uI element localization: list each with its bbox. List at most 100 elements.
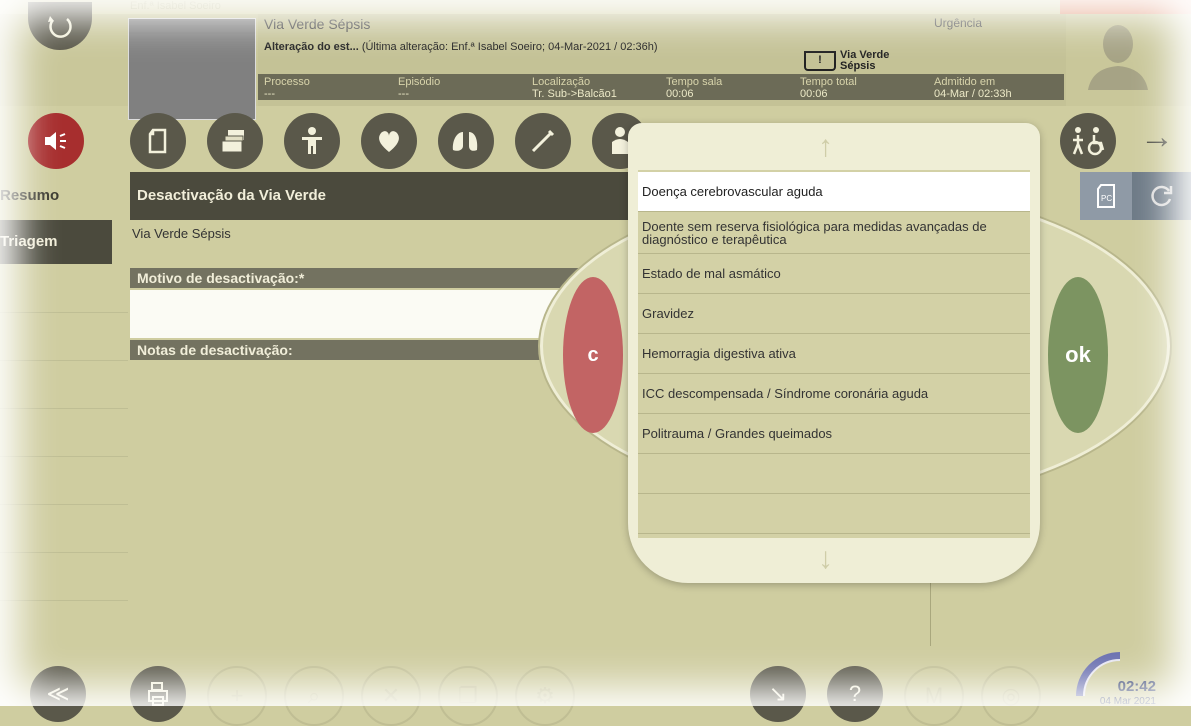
info-label: Episódio — [398, 76, 441, 88]
double-arrow-left-icon: ≪ — [46, 681, 70, 706]
pc-document-icon: PC — [1097, 184, 1115, 208]
ok-button[interactable]: ok — [1048, 277, 1108, 433]
badge-line-2: Sépsis — [840, 60, 876, 72]
syringe-icon — [531, 129, 555, 153]
m-icon: M — [924, 683, 944, 708]
scroll-up-arrow-icon[interactable]: ↑ — [818, 130, 833, 164]
wheelchair-icon — [1072, 127, 1105, 156]
sidebar-item-resumo[interactable]: Resumo — [0, 174, 112, 218]
urgency-label: Urgência — [934, 16, 983, 30]
close-icon: ✕ — [381, 683, 401, 708]
alert-speaker-button[interactable] — [28, 113, 84, 169]
sidebar-divider — [0, 600, 128, 601]
info-tempo-total: Tempo total 00:06 — [800, 76, 857, 100]
cards-button[interactable] — [207, 113, 263, 169]
magnifier-icon: ⌕ — [307, 683, 321, 708]
zoom-button[interactable]: ⌕ — [284, 666, 344, 726]
syringe-button[interactable] — [515, 113, 571, 169]
list-item[interactable]: Politrauma / Grandes queimados — [638, 414, 1030, 454]
clock-widget: 02:42 04 Mar 2021 — [1074, 644, 1174, 707]
info-label: Localização — [532, 76, 591, 88]
info-localizacao: Localização Tr. Sub->Balcão1 — [532, 76, 617, 100]
redo-icon — [1150, 185, 1172, 207]
pc-document-button[interactable]: PC — [1080, 172, 1132, 220]
list-item[interactable]: ICC descompensada / Síndrome coronária a… — [638, 374, 1030, 414]
document-button[interactable] — [130, 113, 186, 169]
clock-date: 04 Mar 2021 — [1099, 696, 1156, 707]
list-item[interactable]: Doença cerebrovascular aguda — [638, 172, 1030, 212]
info-episodio: Episódio --- — [398, 76, 440, 100]
info-value: Tr. Sub->Balcão1 — [532, 88, 617, 100]
sidebar-divider — [0, 552, 128, 553]
help-icon: ? — [848, 681, 862, 706]
clock-time: 02:42 — [1117, 678, 1156, 695]
info-value: 00:06 — [800, 88, 828, 100]
list-item-empty — [638, 454, 1030, 494]
lungs-button[interactable] — [438, 113, 494, 169]
sidebar-divider — [0, 504, 128, 505]
copy-button[interactable]: ❐ — [438, 666, 498, 726]
redo-button[interactable] — [1132, 172, 1191, 220]
info-label: Admitido em — [934, 76, 996, 88]
info-processo: Processo --- — [264, 76, 310, 100]
download-button[interactable]: ↘ — [750, 666, 806, 722]
badge-text: Via Verde Sépsis — [840, 50, 889, 72]
cancel-button[interactable]: c — [563, 277, 623, 433]
info-tempo-sala: Tempo sala 00:06 — [666, 76, 722, 100]
person-icon — [302, 127, 322, 154]
info-label: Tempo sala — [666, 76, 723, 88]
urgency-color-box — [1060, 0, 1191, 14]
refresh-icon — [48, 16, 72, 38]
info-value: --- — [264, 88, 275, 100]
list-item[interactable]: Hemorragia digestiva ativa — [638, 334, 1030, 374]
info-label: Tempo total — [800, 76, 857, 88]
list-item-empty — [638, 494, 1030, 534]
via-verde-badge: ! Via Verde Sépsis — [804, 50, 889, 72]
info-value: 04-Mar / 02:33h — [934, 88, 1012, 100]
info-value: 00:06 — [666, 88, 694, 100]
sidebar-divider — [0, 360, 128, 361]
header-faint-user: Enf.ª Isabel Soeiro — [130, 0, 221, 12]
copy-icon: ❐ — [458, 683, 478, 708]
sidebar-item-triagem[interactable]: Triagem — [0, 220, 112, 264]
alteration-detail: (Última alteração: Enf.ª Isabel Soeiro; … — [358, 41, 658, 53]
back-button[interactable]: ≪ — [30, 666, 86, 722]
list-item[interactable]: Doente sem reserva fisiológica para medi… — [638, 212, 1030, 254]
list-item[interactable]: Gravidez — [638, 294, 1030, 334]
body-button[interactable] — [284, 113, 340, 169]
list-item[interactable]: Estado de mal asmático — [638, 254, 1030, 294]
tools-button[interactable]: ⚙ — [515, 666, 575, 726]
speaker-icon — [45, 132, 66, 150]
page-title: Via Verde Sépsis — [264, 16, 371, 32]
patient-photo — [128, 18, 256, 120]
sidebar-divider — [0, 456, 128, 457]
plus-icon: + — [230, 683, 244, 708]
svg-text:PC: PC — [1101, 194, 1112, 203]
info-label: Processo — [264, 76, 310, 88]
info-value: --- — [398, 88, 409, 100]
alteration-line: Alteração do est... (Última alteração: E… — [264, 41, 658, 53]
heart-button[interactable] — [361, 113, 417, 169]
sidebar-divider — [0, 408, 128, 409]
alteration-title: Alteração do est... — [264, 41, 359, 53]
eye-bottom-icon: ◎ — [1001, 683, 1021, 708]
sidebar-divider — [0, 312, 128, 313]
tools-icon: ⚙ — [535, 683, 555, 708]
print-m-button[interactable]: M — [904, 666, 964, 726]
document-icon — [148, 128, 167, 154]
view-button[interactable]: ◎ — [981, 666, 1041, 726]
download-arrow-icon: ↘ — [768, 681, 788, 706]
info-admitido: Admitido em 04-Mar / 02:33h — [934, 76, 1012, 100]
patient-silhouette-icon — [1088, 25, 1148, 90]
print-document-icon — [148, 682, 168, 706]
scroll-down-arrow-icon[interactable]: ↓ — [818, 542, 833, 576]
lungs-icon — [452, 132, 478, 151]
warning-icon: ! — [804, 51, 836, 71]
heart-icon — [379, 131, 399, 152]
wheelchair-button[interactable] — [1060, 113, 1116, 169]
next-arrow-icon[interactable]: → — [1140, 118, 1174, 157]
help-button[interactable]: ? — [827, 666, 883, 722]
delete-button[interactable]: ✕ — [361, 666, 421, 726]
print-button[interactable] — [130, 666, 186, 722]
add-button[interactable]: + — [207, 666, 267, 726]
